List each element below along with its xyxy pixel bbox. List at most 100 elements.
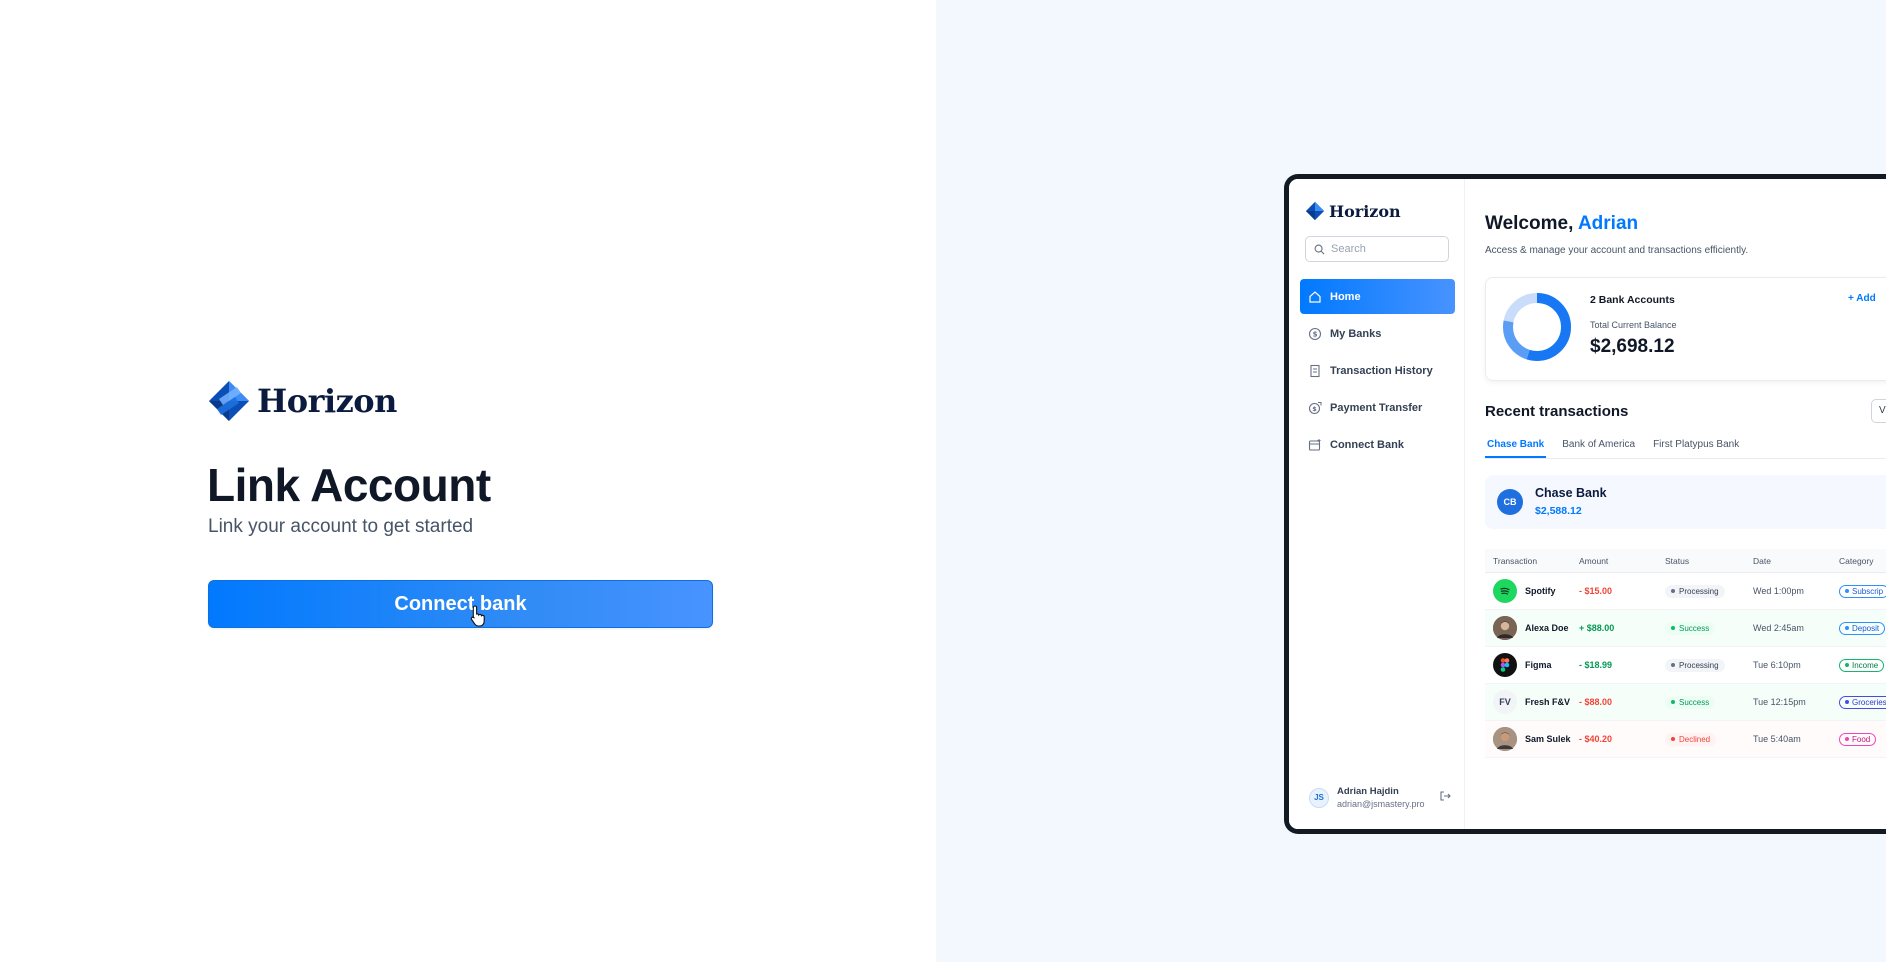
category-badge: Groceries bbox=[1839, 695, 1886, 709]
transaction-name: Alexa Doe bbox=[1525, 623, 1569, 633]
sidebar-item-payment-transfer: $ Payment Transfer bbox=[1300, 390, 1455, 425]
search-placeholder: Search bbox=[1331, 243, 1366, 255]
column-header-amount: Amount bbox=[1579, 555, 1609, 566]
status-badge: Success bbox=[1665, 621, 1716, 635]
transaction-amount: - $18.99 bbox=[1579, 660, 1613, 670]
table-row: Alexa Doe + $88.00 Success Wed 2:45am De… bbox=[1485, 610, 1886, 647]
column-header-date: Date bbox=[1753, 555, 1771, 566]
user-email: adrian@jsmastery.pro bbox=[1337, 799, 1425, 809]
transaction-date: Tue 5:40am bbox=[1753, 734, 1801, 744]
table-header: Transaction Amount Status Date Category bbox=[1485, 549, 1886, 573]
dollar-circle-icon: $ bbox=[1308, 327, 1322, 340]
brand-name: Horizon bbox=[257, 382, 397, 420]
sidebar-item-connect-bank: Connect Bank bbox=[1300, 427, 1455, 462]
table-row: Sam Sulek - $40.20 Declined Tue 5:40am F… bbox=[1485, 721, 1886, 758]
balance-donut-chart bbox=[1503, 293, 1571, 361]
status-badge: Success bbox=[1665, 695, 1716, 709]
sidebar-item-label: Home bbox=[1330, 290, 1361, 303]
sidebar-item-transaction-history: Transaction History bbox=[1300, 353, 1455, 388]
sidebar-item-my-banks: $ My Banks bbox=[1300, 316, 1455, 351]
transaction-date: Wed 2:45am bbox=[1753, 623, 1804, 633]
sidebar-brand-name: Horizon bbox=[1329, 201, 1401, 221]
receipt-icon bbox=[1310, 364, 1320, 377]
connect-bank-button[interactable]: Connect bank bbox=[208, 580, 713, 628]
user-avatar-icon bbox=[1493, 616, 1517, 640]
category-badge: Subscrip bbox=[1839, 584, 1886, 598]
transaction-date: Wed 1:00pm bbox=[1753, 586, 1804, 596]
sidebar-search-input: Search bbox=[1305, 236, 1449, 262]
sidebar-brand: Horizon bbox=[1305, 201, 1401, 221]
bank-accounts-count: 2 Bank Accounts bbox=[1590, 294, 1675, 306]
category-badge: Income bbox=[1839, 658, 1885, 672]
add-bank-link: + Add bbox=[1848, 293, 1876, 304]
total-balance-card: 2 Bank Accounts Total Current Balance $2… bbox=[1485, 277, 1886, 381]
svg-text:$: $ bbox=[1313, 330, 1318, 338]
sidebar-user: JS Adrian Hajdin adrian@jsmastery.pro bbox=[1309, 786, 1455, 809]
transaction-name: Spotify bbox=[1525, 586, 1556, 596]
avatar: JS bbox=[1309, 787, 1329, 808]
bank-logo: CB bbox=[1497, 489, 1523, 515]
column-header-status: Status bbox=[1665, 555, 1690, 566]
transaction-date: Tue 6:10pm bbox=[1753, 660, 1801, 670]
welcome-heading: Welcome, Adrian bbox=[1485, 213, 1638, 235]
welcome-subtitle: Access & manage your account and transac… bbox=[1485, 245, 1749, 256]
connect-bank-icon bbox=[1308, 438, 1321, 451]
dashboard-preview-panel: Horizon Search Home $ My Banks Transacti… bbox=[936, 0, 1886, 962]
column-header-category: Category bbox=[1839, 555, 1874, 566]
sidebar-item-label: Connect Bank bbox=[1330, 438, 1404, 451]
category-badge: Deposit bbox=[1839, 621, 1886, 635]
sidebar-item-home: Home bbox=[1300, 279, 1455, 314]
search-icon bbox=[1314, 244, 1325, 254]
svg-text:$: $ bbox=[1312, 405, 1317, 413]
tab-chase-bank: Chase Bank bbox=[1485, 437, 1547, 458]
column-header-transaction: Transaction bbox=[1493, 555, 1538, 566]
transaction-name: Fresh F&V bbox=[1525, 697, 1571, 707]
money-send-icon: $ bbox=[1308, 401, 1322, 414]
tab-first-platypus-bank: First Platypus Bank bbox=[1653, 439, 1740, 450]
sidebar-item-label: Payment Transfer bbox=[1330, 401, 1423, 414]
table-row: Figma - $18.99 Processing Tue 6:10pm Inc… bbox=[1485, 647, 1886, 684]
total-balance-label: Total Current Balance bbox=[1590, 320, 1677, 330]
sidebar-nav: Home $ My Banks Transaction History $ Pa… bbox=[1300, 279, 1455, 464]
table-row: FV Fresh F&V - $88.00 Success Tue 12:15p… bbox=[1485, 684, 1886, 721]
welcome-name: Adrian bbox=[1577, 213, 1639, 234]
horizon-logo-icon bbox=[209, 381, 249, 421]
bank-name: Chase Bank bbox=[1535, 486, 1607, 500]
sidebar-item-label: My Banks bbox=[1330, 327, 1382, 340]
user-name: Adrian Hajdin bbox=[1337, 786, 1399, 797]
total-balance-amount: $2,698.12 bbox=[1590, 336, 1675, 357]
view-all-button: Vi bbox=[1871, 399, 1886, 423]
page-subtitle: Link your account to get started bbox=[208, 516, 474, 537]
welcome-prefix: Welcome, bbox=[1485, 213, 1574, 234]
status-badge: Declined bbox=[1665, 732, 1717, 746]
tab-bank-of-america: Bank of America bbox=[1562, 439, 1636, 450]
logout-icon bbox=[1440, 791, 1451, 801]
horizon-logo-icon bbox=[1305, 201, 1325, 221]
table-row: Spotify - $15.00 Processing Wed 1:00pm S… bbox=[1485, 573, 1886, 610]
figma-icon bbox=[1493, 653, 1517, 677]
transaction-amount: - $40.20 bbox=[1579, 734, 1613, 744]
hand-pointer-cursor-icon bbox=[470, 605, 485, 627]
bank-balance: $2,588.12 bbox=[1535, 505, 1582, 517]
transaction-amount: + $88.00 bbox=[1579, 623, 1615, 633]
preview-sidebar: Horizon Search Home $ My Banks Transacti… bbox=[1289, 179, 1465, 829]
transactions-table: Transaction Amount Status Date Category … bbox=[1485, 549, 1886, 758]
transaction-name: Figma bbox=[1525, 660, 1552, 670]
status-badge: Processing bbox=[1665, 658, 1725, 672]
recent-transactions-title: Recent transactions bbox=[1485, 403, 1629, 420]
user-avatar-icon bbox=[1493, 727, 1517, 751]
page-title: Link Account bbox=[207, 459, 491, 511]
transaction-name: Sam Sulek bbox=[1525, 734, 1571, 744]
transaction-amount: - $88.00 bbox=[1579, 697, 1613, 707]
auth-panel: Horizon Link Account Link your account t… bbox=[0, 0, 936, 962]
bank-info-card: CB Chase Bank $2,588.12 savi bbox=[1485, 475, 1886, 529]
brand[interactable]: Horizon bbox=[207, 379, 397, 423]
category-badge: Food bbox=[1839, 732, 1877, 746]
preview-main: Welcome, Adrian Access & manage your acc… bbox=[1465, 179, 1886, 829]
home-icon bbox=[1309, 290, 1321, 303]
sidebar-item-label: Transaction History bbox=[1330, 364, 1433, 377]
status-badge: Processing bbox=[1665, 584, 1725, 598]
transaction-date: Tue 12:15pm bbox=[1753, 697, 1806, 707]
spotify-icon bbox=[1493, 579, 1517, 603]
dashboard-preview-frame: Horizon Search Home $ My Banks Transacti… bbox=[1284, 174, 1886, 834]
